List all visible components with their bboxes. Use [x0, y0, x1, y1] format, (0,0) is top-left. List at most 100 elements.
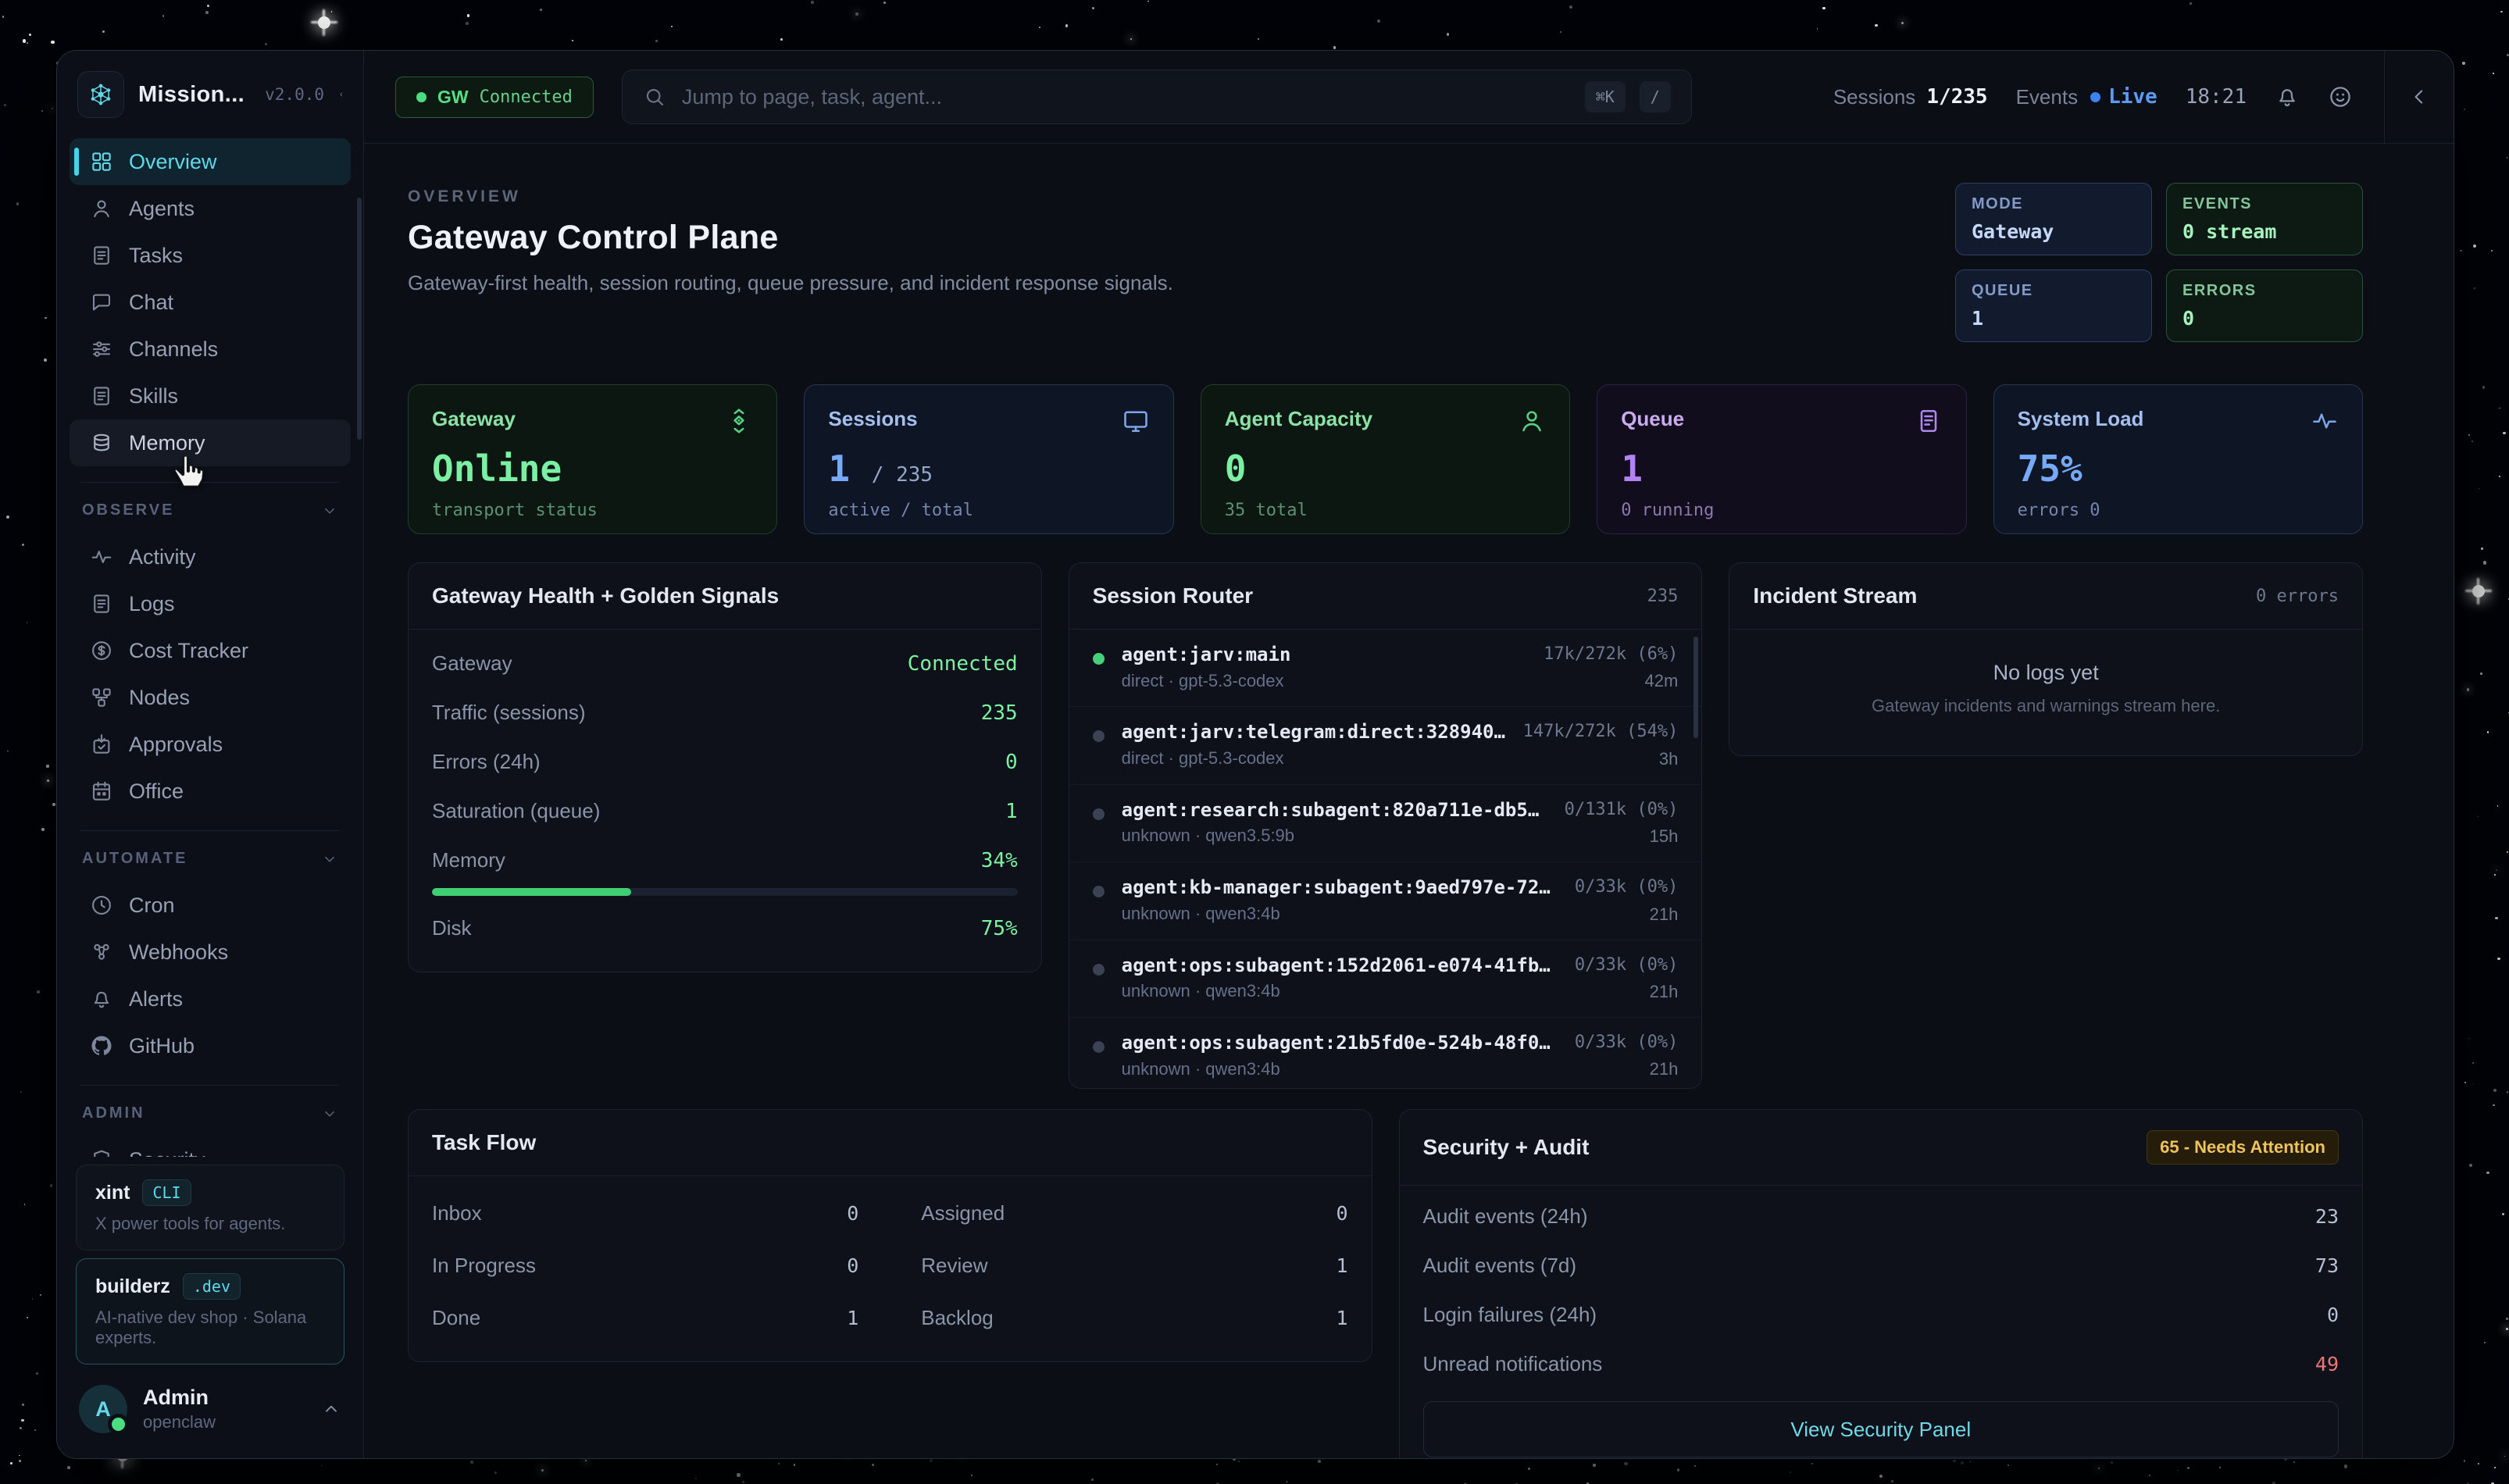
health-value: 1 [1005, 800, 1018, 823]
user-menu[interactable]: A Admin openclaw [57, 1364, 363, 1454]
section-title: ADMIN [82, 1104, 145, 1122]
sidebar-item-overview[interactable]: Overview [70, 138, 351, 185]
chat-icon [90, 291, 113, 314]
database-icon [90, 431, 113, 455]
section-automate[interactable]: AUTOMATE [57, 847, 363, 876]
stat-sub: errors 0 [2018, 501, 2339, 520]
sidebar-item-office[interactable]: Office [70, 768, 351, 815]
session-idle-dot [1093, 808, 1105, 820]
health-row: Errors (24h) 0 [432, 737, 1018, 787]
search-input[interactable] [680, 84, 1571, 110]
bell-icon[interactable] [2275, 84, 2300, 109]
section-admin[interactable]: ADMIN [57, 1101, 363, 1130]
sidebar-item-cost-tracker[interactable]: Cost Tracker [70, 627, 351, 674]
session-idle-dot [1093, 1041, 1105, 1053]
panel-task-flow: Task Flow Inbox0 Assigned0 In Progress0 … [408, 1109, 1372, 1362]
divider [80, 482, 340, 483]
sidebar-item-chat[interactable]: Chat [70, 279, 351, 326]
health-label: Gateway [432, 651, 512, 676]
health-label: Saturation (queue) [432, 799, 600, 823]
sidebar-item-activity[interactable]: Activity [70, 533, 351, 580]
divider [80, 1085, 340, 1086]
sidebar-collapse-icon[interactable] [338, 84, 344, 105]
incident-empty-state: No logs yet Gateway incidents and warnin… [1729, 630, 2362, 755]
sidebar-item-label: Memory [129, 431, 205, 455]
security-label: Login failures (24h) [1423, 1303, 1597, 1327]
session-name: agent:jarv:main [1122, 644, 1526, 666]
session-age: 15h [1565, 826, 1679, 847]
session-row[interactable]: agent:ops:subagent:152d2061-e074-41fb-8e… [1069, 940, 1702, 1018]
promo-card-xint[interactable]: xint CLI X power tools for agents. [76, 1165, 344, 1250]
sidebar-item-memory[interactable]: Memory [70, 419, 351, 466]
sidebar-item-webhooks[interactable]: Webhooks [70, 929, 351, 976]
sidebar-item-alerts[interactable]: Alerts [70, 976, 351, 1022]
sidebar-item-label: Agents [129, 197, 195, 221]
app-version: v2.0.0 [265, 85, 324, 104]
sidebar-item-channels[interactable]: Channels [70, 326, 351, 373]
session-row[interactable]: agent:jarv:main direct · gpt-5.3-codex 1… [1069, 630, 1702, 707]
sidebar-scrollbar-thumb[interactable] [357, 198, 362, 440]
dollar-circle-icon [90, 639, 113, 662]
global-search[interactable]: ⌘K / [622, 70, 1692, 124]
sidebar-item-cron[interactable]: Cron [70, 882, 351, 929]
chevron-left-icon[interactable] [2407, 85, 2431, 109]
webhook-icon [90, 940, 113, 964]
panel-title: Gateway Health + Golden Signals [432, 583, 779, 608]
sidebar-item-label: Skills [129, 384, 178, 408]
sidebar-item-skills[interactable]: Skills [70, 373, 351, 419]
sidebar-item-agents[interactable]: Agents [70, 185, 351, 232]
session-row[interactable]: agent:kb-manager:subagent:9aed797e-723f-… [1069, 862, 1702, 940]
overview-badges: MODE Gateway EVENTS 0 stream QUEUE 1 ERR… [1955, 183, 2363, 342]
security-row: Audit events (7d) 73 [1423, 1241, 2339, 1290]
health-row: Saturation (queue) 1 [432, 787, 1018, 836]
sidebar-item-approvals[interactable]: Approvals [70, 721, 351, 768]
security-row: Unread notifications 49 [1423, 1340, 2339, 1389]
router-scrollbar-thumb[interactable] [1693, 637, 1698, 738]
sidebar-item-nodes[interactable]: Nodes [70, 674, 351, 721]
badge-value: 1 [1972, 307, 2136, 330]
promo-card-builderz[interactable]: builderz .dev AI-native dev shop · Solan… [76, 1258, 344, 1364]
section-observe[interactable]: OBSERVE [57, 498, 363, 527]
security-row: Login failures (24h) 0 [1423, 1290, 2339, 1340]
session-name: agent:research:subagent:820a711e-db5b-4e… [1122, 800, 1547, 822]
grid-icon [90, 150, 113, 173]
document-icon [90, 384, 113, 408]
sidebar-item-logs[interactable]: Logs [70, 580, 351, 627]
view-security-panel-button[interactable]: View Security Panel [1423, 1401, 2339, 1457]
session-row[interactable]: agent:ops:subagent:21b5fd0e-524b-48f0-99… [1069, 1018, 1702, 1089]
sessions-label: Sessions [1833, 85, 1916, 109]
nodes-icon [90, 686, 113, 709]
sidebar-item-tasks[interactable]: Tasks [70, 232, 351, 279]
github-icon [90, 1034, 113, 1058]
badge-value: Gateway [1972, 220, 2136, 243]
smiley-icon[interactable] [2328, 84, 2353, 109]
taskflow-row: In Progress0 Review1 [432, 1240, 1348, 1292]
sidebar-item-security[interactable]: Security [70, 1136, 351, 1157]
stat-card-queue[interactable]: Queue 1 0 running [1597, 384, 1966, 534]
page-subtitle: Gateway-first health, session routing, q… [408, 271, 1173, 295]
avatar-initial: A [95, 1397, 111, 1422]
stat-card-gateway[interactable]: Gateway Online transport status [408, 384, 777, 534]
stat-card-sessions[interactable]: Sessions 1 / 235 active / total [804, 384, 1173, 534]
session-meta: direct · gpt-5.3-codex [1122, 749, 1506, 768]
session-row[interactable]: agent:jarv:telegram:direct:328940762 dir… [1069, 707, 1702, 784]
session-row[interactable]: agent:research:subagent:820a711e-db5b-4e… [1069, 785, 1702, 862]
sidebar-item-label: Cron [129, 894, 175, 918]
stat-card-system-load[interactable]: System Load 75% errors 0 [1993, 384, 2363, 534]
session-idle-dot [1093, 730, 1105, 742]
panel-count: 0 errors [2256, 587, 2339, 606]
app-title: Mission... [138, 82, 244, 108]
stat-value: 75% [2018, 451, 2339, 487]
gateway-status-badge[interactable]: GW Connected [395, 77, 594, 118]
stat-card-agent-capacity[interactable]: Agent Capacity 0 35 total [1201, 384, 1570, 534]
sidebar: Mission... v2.0.0 Overview Agents Tasks [57, 51, 364, 1458]
section-title: OBSERVE [82, 501, 174, 519]
memory-progress-fill [432, 888, 631, 896]
empty-state-title: No logs yet [1753, 661, 2339, 685]
sessions-counter: Sessions 1/235 [1833, 85, 1988, 109]
sidebar-item-github[interactable]: GitHub [70, 1022, 351, 1069]
user-org: openclaw [143, 1412, 216, 1432]
chevron-down-icon [321, 851, 338, 868]
health-label: Traffic (sessions) [432, 701, 586, 725]
security-value: 23 [2315, 1205, 2339, 1228]
